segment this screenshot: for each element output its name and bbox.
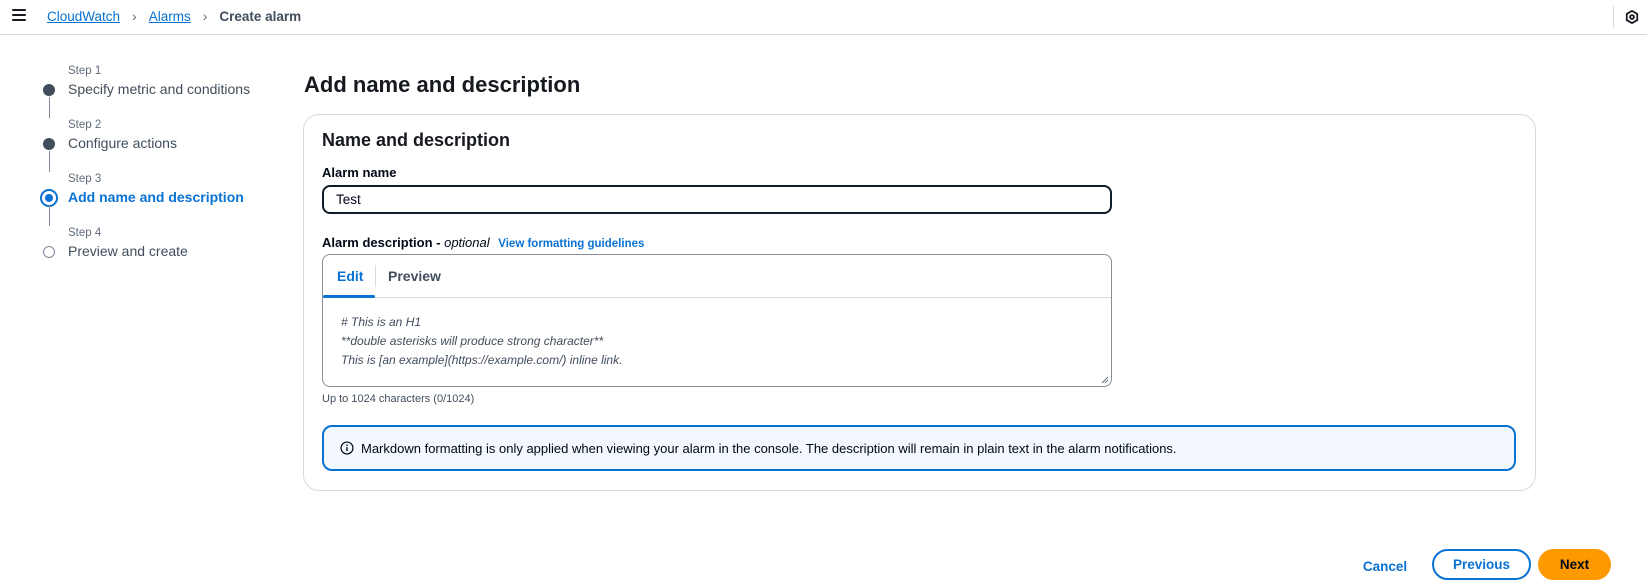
- breadcrumb-cloudwatch[interactable]: CloudWatch: [47, 9, 120, 24]
- description-label-text: Alarm description -: [322, 235, 441, 250]
- step-3: Step 3 Add name and description: [40, 171, 280, 226]
- active-tab-indicator: [323, 295, 375, 298]
- formatting-guidelines-link[interactable]: View formatting guidelines: [498, 238, 644, 250]
- wizard-steps: Step 1 Specify metric and conditions Ste…: [40, 63, 280, 279]
- breadcrumb-alarms[interactable]: Alarms: [149, 9, 191, 24]
- editor-tabs: Edit Preview: [323, 255, 1111, 298]
- chevron-right-icon: ›: [202, 8, 208, 24]
- tab-preview[interactable]: Preview: [388, 268, 441, 284]
- step-label: Specify metric and conditions: [68, 81, 251, 97]
- step-number: Step 1: [68, 65, 102, 77]
- resize-handle-icon[interactable]: [1101, 376, 1109, 384]
- page-title: Add name and description: [304, 72, 581, 97]
- divider: [1613, 6, 1614, 28]
- name-description-panel: Name and description Alarm name Alarm de…: [303, 114, 1536, 491]
- breadcrumb-current: Create alarm: [219, 8, 302, 24]
- step-1[interactable]: Step 1 Specify metric and conditions: [40, 63, 280, 118]
- tab-separator: [375, 265, 376, 287]
- settings-icon[interactable]: [1625, 10, 1639, 24]
- step-number: Step 3: [68, 173, 102, 185]
- step-connector: [48, 97, 50, 118]
- step-complete-icon: [43, 84, 55, 96]
- step-number: Step 2: [68, 119, 102, 131]
- step-2[interactable]: Step 2 Configure actions: [40, 117, 280, 172]
- step-pending-icon: [43, 246, 55, 258]
- step-connector: [48, 151, 50, 172]
- step-label: Add name and description: [68, 189, 244, 205]
- alarm-name-input[interactable]: [322, 185, 1112, 214]
- step-connector: [48, 205, 50, 226]
- step-label: Preview and create: [68, 243, 188, 259]
- character-count-hint: Up to 1024 characters (0/1024): [322, 393, 475, 405]
- step-4: Step 4 Preview and create: [40, 225, 280, 279]
- next-button[interactable]: Next: [1538, 549, 1611, 580]
- step-label: Configure actions: [68, 135, 177, 151]
- panel-title: Name and description: [322, 130, 511, 150]
- hamburger-menu-icon[interactable]: [12, 9, 26, 21]
- alarm-name-label: Alarm name: [322, 165, 397, 180]
- info-alert: Markdown formatting is only applied when…: [322, 425, 1516, 471]
- info-message: Markdown formatting is only applied when…: [361, 441, 1177, 456]
- top-navigation-bar: CloudWatch › Alarms › Create alarm: [0, 0, 1647, 35]
- previous-button[interactable]: Previous: [1432, 549, 1531, 580]
- chevron-right-icon: ›: [132, 8, 137, 24]
- step-complete-icon: [43, 138, 55, 150]
- step-number: Step 4: [68, 227, 102, 239]
- description-textarea[interactable]: # This is an H1 **double asterisks will …: [323, 299, 1111, 385]
- cancel-button[interactable]: Cancel: [1350, 551, 1420, 581]
- tab-edit[interactable]: Edit: [337, 268, 363, 284]
- optional-label: optional: [444, 235, 490, 250]
- description-editor: Edit Preview # This is an H1 **double as…: [322, 254, 1112, 387]
- alarm-description-label: Alarm description - optional View format…: [322, 235, 644, 250]
- info-icon: [340, 441, 354, 455]
- breadcrumb: CloudWatch › Alarms › Create alarm: [47, 8, 301, 24]
